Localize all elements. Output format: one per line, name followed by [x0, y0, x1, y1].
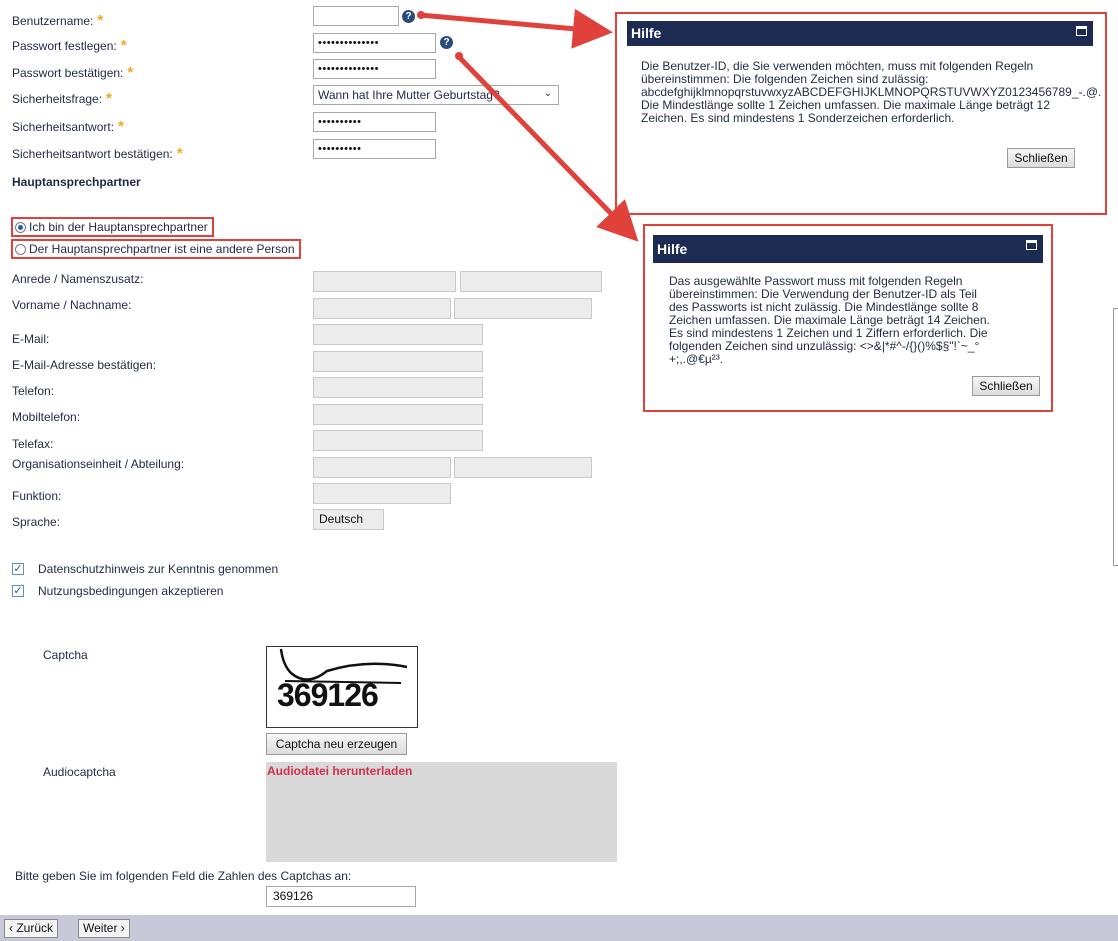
annotation-arrows — [417, 8, 639, 242]
arrow-to-help2 — [456, 54, 639, 242]
next-button[interactable]: Weiter › — [78, 919, 130, 938]
arrow-to-help1 — [419, 8, 613, 49]
footer-bar: ‹ Zurück Weiter › — [0, 915, 1118, 941]
back-button[interactable]: ‹ Zurück — [4, 919, 59, 938]
